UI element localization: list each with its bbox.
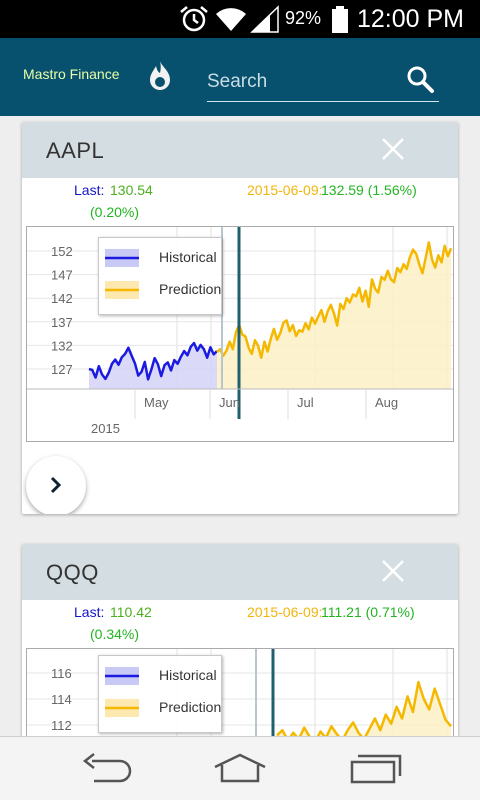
legend-label-prediction: Prediction bbox=[159, 281, 222, 297]
y-tick-label: 114 bbox=[51, 692, 72, 707]
chevron-right-icon bbox=[50, 476, 62, 494]
y-tick-label: 137 bbox=[51, 315, 73, 330]
y-tick-label: 132 bbox=[51, 338, 73, 353]
y-tick-label: 142 bbox=[51, 291, 73, 306]
y-tick-label: 127 bbox=[51, 362, 73, 377]
wifi-icon bbox=[214, 5, 248, 38]
stock-card-aapl: AAPL Last: 130.54 (0.20%) 2015-06-09: 13… bbox=[22, 122, 458, 514]
y-tick-label: 147 bbox=[51, 268, 73, 283]
close-card-button[interactable] bbox=[380, 558, 406, 584]
stock-card-list[interactable]: AAPL Last: 130.54 (0.20%) 2015-06-09: 13… bbox=[0, 116, 480, 736]
price-chart-svg: 152 147 142 137 132 127 May Jun Jul Aug 2015 bbox=[27, 227, 453, 436]
signal-icon bbox=[250, 5, 280, 38]
search-icon[interactable] bbox=[405, 64, 435, 99]
battery-percent: 92% bbox=[285, 8, 322, 28]
price-chart[interactable]: 116 114 112 Historical Prediction bbox=[26, 648, 454, 736]
expand-card-button[interactable] bbox=[26, 456, 86, 514]
home-icon bbox=[214, 753, 266, 783]
prediction-swatch bbox=[105, 281, 139, 299]
legend-item-prediction: Prediction bbox=[105, 279, 221, 301]
price-chart[interactable]: 152 147 142 137 132 127 May Jun Jul Aug 2015 Histo… bbox=[26, 226, 454, 442]
y-tick-label: 116 bbox=[51, 666, 72, 681]
stock-symbol: QQQ bbox=[46, 560, 99, 585]
last-price-value: 130.54 bbox=[110, 182, 153, 198]
legend-item-historical: Historical bbox=[105, 665, 221, 687]
last-price-value: 110.42 bbox=[110, 604, 152, 620]
chart-legend: Historical Prediction bbox=[98, 655, 222, 733]
prediction-value: 111.21 (0.71%) bbox=[321, 604, 415, 620]
quote-row: Last: 130.54 (0.20%) 2015-06-09: 132.59 … bbox=[22, 178, 458, 226]
y-tick-label: 152 bbox=[51, 244, 73, 259]
status-bar: 92% 12:00 PM bbox=[0, 0, 480, 38]
last-price-change: (0.20%) bbox=[90, 204, 140, 220]
recent-apps-icon bbox=[350, 754, 402, 784]
close-icon bbox=[382, 560, 404, 582]
x-tick-label: Jun bbox=[219, 395, 240, 410]
legend-item-prediction: Prediction bbox=[105, 697, 221, 719]
legend-label-historical: Historical bbox=[159, 667, 217, 683]
battery-icon bbox=[330, 5, 350, 40]
prediction-swatch bbox=[105, 699, 139, 717]
price-chart-svg: 116 114 112 bbox=[27, 649, 453, 736]
card-header: AAPL bbox=[22, 122, 458, 178]
stock-card-qqq: QQQ Last: 110.42 (0.34%) 2015-06-09: 111… bbox=[22, 544, 458, 736]
x-tick-label: Jul bbox=[297, 395, 314, 410]
recent-apps-button[interactable] bbox=[349, 751, 403, 790]
x-tick-label: May bbox=[144, 395, 169, 410]
prediction-value: 132.59 (1.56%) bbox=[321, 182, 417, 198]
x-tick-label: Aug bbox=[375, 395, 398, 410]
legend-item-historical: Historical bbox=[105, 247, 221, 269]
last-price-change: (0.34%) bbox=[90, 626, 140, 642]
status-time: 12:00 PM bbox=[357, 5, 465, 33]
back-button[interactable] bbox=[80, 751, 134, 790]
y-tick-label: 112 bbox=[51, 718, 72, 733]
home-button[interactable] bbox=[212, 751, 268, 790]
legend-label-prediction: Prediction bbox=[159, 699, 222, 715]
flame-logo-icon bbox=[146, 59, 174, 98]
search-box bbox=[207, 62, 439, 102]
back-icon bbox=[82, 753, 132, 783]
stock-symbol: AAPL bbox=[46, 138, 105, 163]
historical-swatch bbox=[105, 667, 139, 685]
legend-label-historical: Historical bbox=[159, 249, 217, 265]
year-label: 2015 bbox=[91, 421, 120, 436]
close-card-button[interactable] bbox=[380, 136, 406, 162]
historical-swatch bbox=[105, 249, 139, 267]
last-price-label: Last: bbox=[74, 604, 105, 620]
prediction-date: 2015-06-09: bbox=[247, 182, 323, 198]
alarm-icon bbox=[178, 5, 210, 38]
last-price-label: Last: bbox=[74, 182, 105, 198]
search-input[interactable] bbox=[207, 68, 397, 96]
app-title: Mastro Finance bbox=[23, 66, 120, 82]
close-icon bbox=[382, 138, 404, 160]
system-nav-bar bbox=[0, 736, 480, 800]
chart-legend: Historical Prediction bbox=[98, 237, 222, 315]
app-bar: Mastro Finance bbox=[0, 38, 480, 116]
prediction-date: 2015-06-09: bbox=[247, 604, 323, 620]
quote-row: Last: 110.42 (0.34%) 2015-06-09: 111.21 … bbox=[22, 600, 458, 648]
card-header: QQQ bbox=[22, 544, 458, 600]
